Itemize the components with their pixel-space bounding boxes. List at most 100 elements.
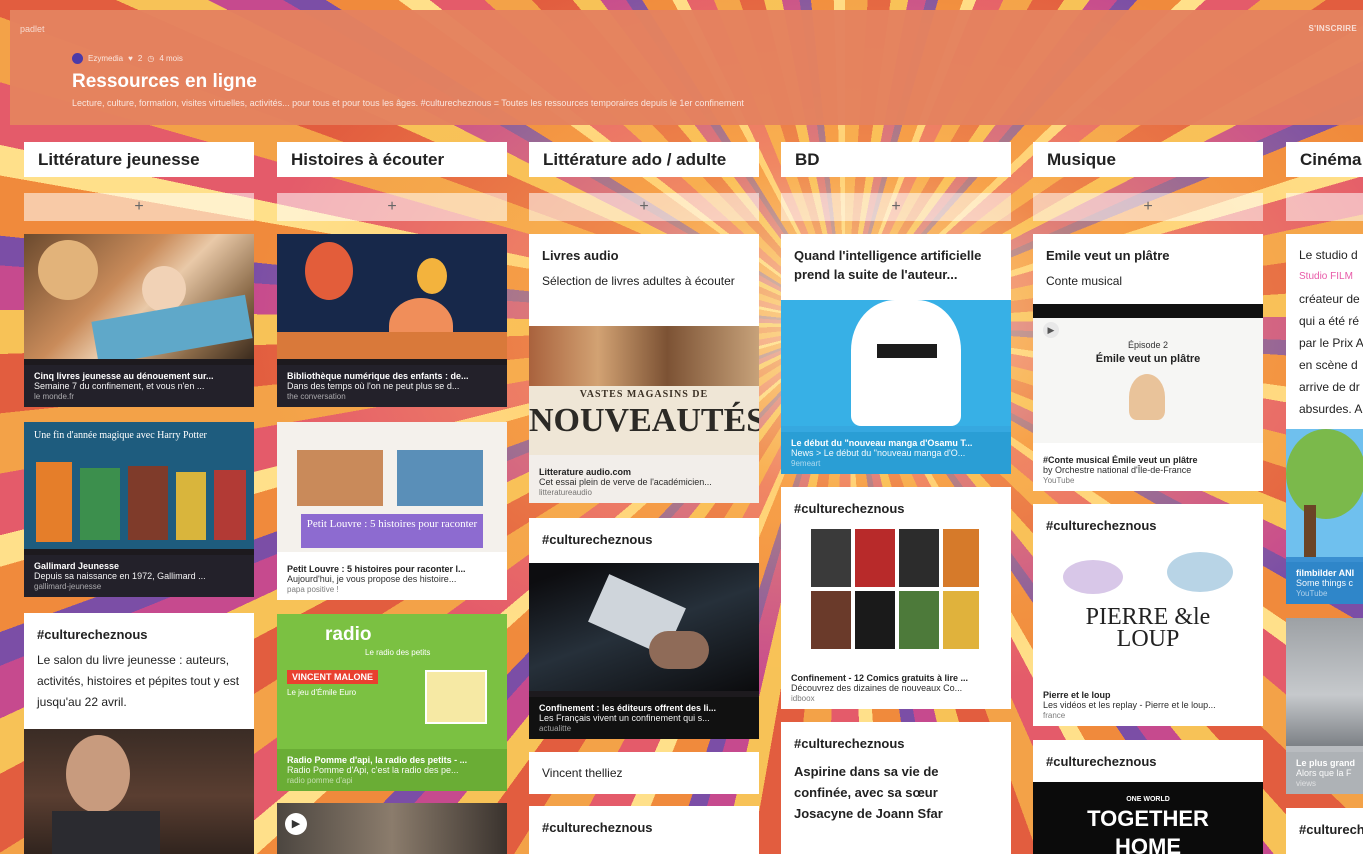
add-post-button[interactable]: +: [24, 193, 254, 221]
post-title: Bibliothèque numérique des enfants : de.…: [287, 371, 469, 381]
play-icon[interactable]: ▶: [1043, 322, 1059, 338]
post-title: Quand l'intelligence artificielle prend …: [794, 248, 982, 282]
column-title: BD: [781, 142, 1011, 177]
play-icon[interactable]: ▶: [285, 813, 307, 835]
post-card[interactable]: Cinq livres jeunesse au dénouement sur..…: [24, 234, 254, 407]
post-source: YouTube: [1296, 589, 1328, 598]
post-description: Some things c: [1296, 578, 1354, 588]
post-card[interactable]: Le studio d Studio FILM créateur de qui …: [1286, 234, 1363, 429]
add-post-button[interactable]: +: [277, 193, 507, 221]
post-card[interactable]: #culturecheznous: [529, 806, 759, 854]
column-bd: BD + Quand l'intelligence artificielle p…: [781, 142, 1011, 854]
post-image: [277, 234, 507, 359]
board-meta: Ezymedia ♥ 2 ◷ 4 mois: [72, 53, 183, 64]
post-description: by Orchestre national d'Île-de-France: [1043, 465, 1192, 475]
avatar[interactable]: [72, 53, 83, 64]
post-image: [781, 300, 1011, 426]
post-image: [1286, 618, 1363, 746]
post-card[interactable]: VASTES MAGASINS DE NOUVEAUTÉS Litteratur…: [529, 326, 759, 503]
post-image: ▶: [277, 803, 507, 854]
padlet-logo[interactable]: padlet: [20, 24, 45, 34]
post-card[interactable]: ▶: [277, 803, 507, 854]
post-title: Cinq livres jeunesse au dénouement sur..…: [34, 371, 214, 381]
post-card[interactable]: radio Le radio des petits VINCENT MALONE…: [277, 614, 507, 791]
post-caption: Confinement : les éditeurs offrent des l…: [529, 697, 759, 739]
post-title: Le début du "nouveau manga d'Osamu T...: [791, 438, 973, 448]
post-title: #culturecheznous: [794, 736, 905, 751]
post-card[interactable]: #culturech: [1286, 808, 1363, 854]
post-card[interactable]: #culturecheznous Aspirine dans sa vie de…: [781, 722, 1011, 854]
signin-button[interactable]: S'INSCRIRE: [1309, 24, 1357, 33]
post-card[interactable]: filmbilder ANI Some things c YouTube: [1286, 429, 1363, 604]
post-card[interactable]: Vincent thelliez: [529, 752, 759, 794]
post-card[interactable]: #culturecheznous Confinement - 12 Comics…: [781, 487, 1011, 709]
post-caption: Litterature audio.com Cet essai plein de…: [529, 461, 759, 503]
post-description: Découvrez des dizaines de nouveaux Co...: [791, 683, 963, 693]
post-card[interactable]: Bibliothèque numérique des enfants : de.…: [277, 234, 507, 407]
column-title: Littérature ado / adulte: [529, 142, 759, 177]
post-card[interactable]: Petit Louvre : 5 histoires pour raconter…: [277, 422, 507, 600]
add-post-button[interactable]: +: [1033, 193, 1263, 221]
post-title: #culturecheznous: [1046, 754, 1157, 769]
post-image: ONE WORLD TOGETHER HOME: [1033, 782, 1263, 854]
post-card[interactable]: #culturecheznous ONE WORLD TOGETHER HOME: [1033, 740, 1263, 854]
post-source: YouTube: [1043, 476, 1075, 485]
post-source: le monde.fr: [34, 392, 75, 401]
post-image: [24, 729, 254, 854]
post-card[interactable]: Emile veut un plâtre Conte musical: [1033, 234, 1263, 304]
post-card[interactable]: #culturecheznous PIERRE &le LOUP Pierre …: [1033, 504, 1263, 726]
post-card[interactable]: #culturecheznous Le salon du livre jeune…: [24, 613, 254, 854]
column-title: Littérature jeunesse: [24, 142, 254, 177]
post-description: Alors que la F: [1296, 768, 1352, 778]
post-source: idboox: [791, 694, 815, 703]
column-litterature-jeunesse: Littérature jeunesse + Cinq livres jeune…: [24, 142, 254, 854]
post-title: Livres audio: [542, 248, 619, 263]
board-age: 4 mois: [159, 54, 183, 63]
column-cinema: Cinéma + Le studio d Studio FILM créateu…: [1286, 142, 1363, 854]
post-caption: Confinement - 12 Comics gratuits à lire …: [781, 667, 1011, 709]
post-description: Les vidéos et les replay - Pierre et le …: [1043, 700, 1216, 710]
post-caption: Pierre et le loup Les vidéos et les repl…: [1033, 684, 1263, 726]
board-subtitle: Lecture, culture, formation, visites vir…: [72, 98, 744, 108]
board-title: Ressources en ligne: [72, 71, 257, 92]
post-card[interactable]: Le début du "nouveau manga d'Osamu T... …: [781, 300, 1011, 474]
post-card[interactable]: #culturecheznous: [529, 518, 759, 563]
post-source: litteratureaudio: [539, 488, 592, 497]
post-card[interactable]: Une fin d'année magique avec Harry Potte…: [24, 422, 254, 597]
post-body: Sélection de livres adultes à écouter: [542, 274, 735, 288]
columns-area: Littérature jeunesse + Cinq livres jeune…: [0, 125, 1363, 854]
post-title: Gallimard Jeunesse: [34, 561, 120, 571]
post-body: Le studio d Studio FILM créateur de qui …: [1299, 248, 1363, 416]
post-card[interactable]: Livres audio Sélection de livres adultes…: [529, 234, 759, 326]
post-caption: Bibliothèque numérique des enfants : de.…: [277, 365, 507, 407]
post-title: Confinement - 12 Comics gratuits à lire …: [791, 673, 969, 683]
post-description: Radio Pomme d'Api, c'est la radio des pe…: [287, 765, 459, 775]
post-image: [1286, 429, 1363, 557]
column-title: Cinéma: [1286, 142, 1363, 177]
post-card[interactable]: Confinement : les éditeurs offrent des l…: [529, 563, 759, 739]
add-post-button[interactable]: +: [781, 193, 1011, 221]
heart-icon[interactable]: ♥: [128, 54, 133, 63]
post-image: PIERRE &le LOUP: [1033, 546, 1263, 678]
add-post-button[interactable]: +: [529, 193, 759, 221]
post-title: Litterature audio.com: [539, 467, 632, 477]
likes-count: 2: [137, 54, 143, 63]
post-image: Une fin d'année magique avec Harry Potte…: [24, 422, 254, 549]
post-title: #culturech: [1299, 822, 1363, 837]
post-card[interactable]: Quand l'intelligence artificielle prend …: [781, 234, 1011, 300]
post-caption: Radio Pomme d'api, la radio des petits -…: [277, 749, 507, 791]
post-title: Vincent thelliez: [542, 766, 623, 780]
post-source: the conversation: [287, 392, 346, 401]
column-title: Histoires à écouter: [277, 142, 507, 177]
post-card[interactable]: ▶ Épisode 2 Émile veut un plâtre #Conte …: [1033, 304, 1263, 491]
add-post-button[interactable]: +: [1286, 193, 1363, 221]
post-card[interactable]: Le plus grand Alors que la F views: [1286, 618, 1363, 794]
post-caption: Gallimard Jeunesse Depuis sa naissance e…: [24, 555, 254, 597]
post-source: 9emeart: [791, 459, 821, 468]
post-image: [781, 529, 1011, 657]
post-title: Le plus grand: [1296, 758, 1356, 768]
post-image: VASTES MAGASINS DE NOUVEAUTÉS: [529, 326, 759, 455]
author-name[interactable]: Ezymedia: [88, 54, 123, 63]
post-title: #culturecheznous: [542, 532, 653, 547]
post-description: Aujourd'hui, je vous propose des histoir…: [287, 574, 457, 584]
